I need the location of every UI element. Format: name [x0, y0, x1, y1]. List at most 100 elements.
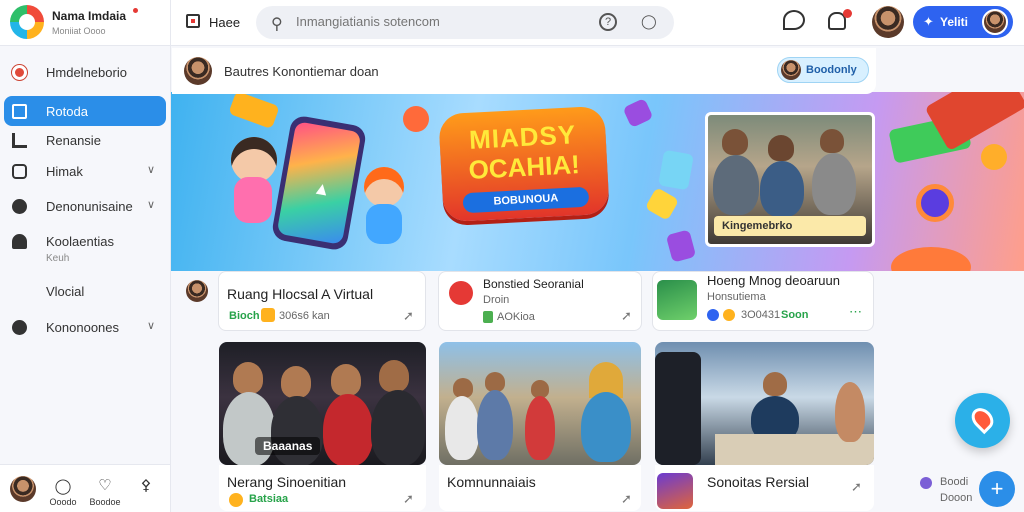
sidebar-item-vlocial[interactable]: Vlocial [4, 276, 166, 306]
location-fab-button[interactable] [955, 393, 1010, 448]
person-body [713, 155, 759, 215]
person-body [477, 390, 513, 460]
decorative-shape [658, 149, 694, 191]
add-button[interactable]: + [979, 471, 1015, 507]
sidebar-item-koolaentias[interactable]: Koolaentias [4, 226, 166, 256]
feed-card[interactable]: Ruang Hlocsal A Virtual Bioch 306s6 kan … [218, 271, 426, 331]
share-arrow-icon[interactable]: ➚ [403, 491, 414, 507]
sidebar-item-home[interactable]: Rotoda [4, 96, 166, 126]
card-thumbnail [657, 473, 693, 509]
person-head [722, 129, 748, 155]
card-title[interactable]: Hoeng Mnog deoaruun [707, 273, 840, 288]
card-title[interactable]: Sonoitas Rersial [707, 474, 809, 490]
chevron-down-icon[interactable]: ∨ [147, 198, 155, 211]
share-arrow-icon[interactable]: ➚ [403, 308, 414, 324]
sidebar-item-community[interactable]: Denonunisaine ∨ [4, 191, 166, 221]
profile-avatar [982, 9, 1008, 35]
yellow-badge-icon [261, 308, 275, 322]
card-meta: 3O0431 [741, 309, 781, 321]
top-bar: Nama Imdaia Moniiat Oooo Haee ⚲ ? ◯ ✦ Ye… [0, 0, 1024, 46]
image-card-footer[interactable]: Sonoitas Rersial ➚ [655, 465, 874, 511]
cartoon-child-body [366, 204, 402, 244]
home-link[interactable]: Haee [209, 15, 240, 30]
blue-dot-icon [707, 309, 719, 321]
card-meta: AOKioa [497, 311, 535, 323]
share-arrow-icon[interactable]: ➚ [621, 308, 632, 324]
share-arrow-icon[interactable]: ➚ [851, 479, 862, 495]
person-icon [12, 234, 27, 249]
card-title[interactable]: Ruang Hlocsal A Virtual [227, 286, 373, 302]
person-head [768, 135, 794, 161]
heart-icon[interactable]: ♡ [85, 476, 125, 494]
avatar[interactable] [872, 6, 904, 38]
image-card-footer[interactable]: Nerang Sinoenitian Batsiaa ➚ [219, 465, 426, 511]
search-icon[interactable]: ⚲ [271, 14, 283, 34]
create-post-bar[interactable]: Bautres Konontiemar doan Boodonly [172, 48, 876, 94]
feed-card[interactable]: Bonstied Seoranial Droin AOKioa ➚ [438, 271, 642, 331]
card-title[interactable]: Bonstied Seoranial [483, 277, 584, 291]
decorative-shape [916, 184, 954, 222]
image-card-footer[interactable]: Komnunnaiais ➚ [439, 465, 641, 511]
card-tag: Batsiaa [249, 493, 289, 505]
leaf-icon [483, 311, 493, 323]
avatar[interactable] [10, 476, 36, 502]
avatar[interactable] [186, 280, 208, 302]
decorative-shape [644, 187, 680, 221]
emoji-icon [723, 309, 735, 321]
search-input[interactable] [296, 14, 596, 29]
bottom-nav-label[interactable]: Boodoe [80, 497, 130, 507]
mini-widget[interactable]: Boodi Dooon [912, 470, 972, 512]
banner-group-photo[interactable]: Kingemebrko [705, 112, 875, 247]
chevron-down-icon[interactable]: ∨ [147, 163, 155, 176]
person-body [323, 394, 373, 465]
avatar [781, 60, 801, 80]
card-meta: 306s6 kan [279, 310, 330, 322]
decorative-shape [981, 144, 1007, 170]
share-icon[interactable]: ⚴ [126, 476, 166, 494]
card-title[interactable]: Nerang Sinoenitian [227, 474, 346, 490]
sidebar-item-label: Denonunisaine [46, 199, 133, 214]
help-icon[interactable]: ? [599, 13, 617, 31]
sidebar-item-label: Renansie [46, 133, 101, 148]
person-head [820, 129, 844, 153]
feed-card[interactable]: Hoeng Mnog deoaruun Honsutiema 3O0431 So… [652, 271, 874, 331]
post-button[interactable]: Boodonly [777, 57, 869, 83]
sidebar-item-label: Koolaentias [46, 234, 114, 249]
search-bar[interactable]: ⚲ ? ◯ [256, 6, 674, 39]
decorative-shape [228, 92, 280, 130]
image-card-photo[interactable] [655, 342, 874, 465]
share-arrow-icon[interactable]: ➚ [621, 491, 632, 507]
image-card-photo[interactable]: Baaanas [219, 342, 426, 465]
stats-icon [12, 133, 27, 148]
sidebar-item-label: Himak [46, 164, 83, 179]
card-title[interactable]: Komnunnaiais [447, 474, 536, 490]
avatar[interactable] [184, 57, 212, 85]
sidebar-item-stats[interactable]: Renansie [4, 125, 166, 155]
home-icon [12, 104, 27, 119]
sidebar-item-globe[interactable]: Hmdelneborio [4, 57, 166, 87]
sidebar-item-label: Vlocial [46, 284, 85, 299]
profile-button[interactable]: ✦ Yeliti [913, 6, 1013, 38]
sidebar-item-label: Hmdelneborio [46, 65, 127, 80]
image-card-photo[interactable] [439, 342, 641, 465]
hero-banner[interactable]: ▲ MIADSY OCAHIA! BOBUNOUA Kingemebrko [171, 92, 1024, 271]
card-subtitle: Honsutiema [707, 291, 766, 303]
chat-icon[interactable] [783, 10, 805, 30]
people-icon [12, 199, 27, 214]
app-logo-icon[interactable] [10, 5, 44, 39]
more-dots-icon[interactable]: ⋯ [849, 304, 862, 320]
person-head [281, 366, 311, 398]
image-tag: Baaanas [255, 437, 321, 455]
sidebar-item-groups[interactable]: Kononoones ∨ [4, 312, 166, 342]
post-prompt[interactable]: Bautres Konontiemar doan [224, 64, 379, 79]
mini-label: Boodi [940, 476, 969, 488]
sidebar-item-himak[interactable]: Himak ∨ [4, 156, 166, 186]
user-icon[interactable]: ◯ [641, 13, 657, 31]
banner-title-line3: BOBUNOUA [462, 186, 590, 214]
chevron-down-icon[interactable]: ∨ [147, 319, 155, 332]
home-icon[interactable] [186, 14, 200, 28]
person-head [485, 372, 505, 392]
chat-bubble-icon[interactable]: ◯ [43, 477, 83, 495]
profile-label: Yeliti [940, 15, 969, 29]
globe-icon [12, 65, 27, 80]
